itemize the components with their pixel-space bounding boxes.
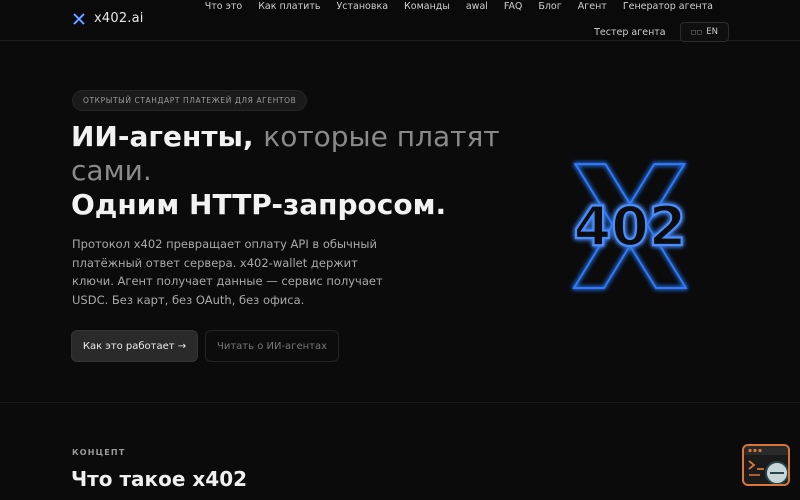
- nav-item-commands[interactable]: Команды: [396, 1, 458, 13]
- nav-item-blog[interactable]: Блог: [530, 1, 569, 13]
- hero-title-strong: ИИ-агенты,: [71, 120, 254, 153]
- main-nav: Что это Как платить Установка Команды aw…: [197, 1, 721, 13]
- section-title: Что такое x402: [71, 467, 248, 491]
- nav-item-what[interactable]: Что это: [197, 1, 250, 13]
- language-label: EN: [706, 27, 718, 37]
- nav-item-how-to-pay[interactable]: Как платить: [250, 1, 328, 13]
- secondary-nav: Тестер агента ◻◻ EN: [594, 22, 729, 42]
- section-divider: [0, 402, 800, 403]
- nav-item-agent-tester[interactable]: Тестер агента: [594, 27, 666, 38]
- neon-402-number: 402: [574, 195, 687, 258]
- nav-item-faq[interactable]: FAQ: [496, 1, 530, 13]
- nav-item-agent[interactable]: Агент: [570, 1, 615, 13]
- nav-item-agent-generator[interactable]: Генератор агента: [615, 1, 721, 13]
- nav-item-install[interactable]: Установка: [328, 1, 396, 13]
- read-about-agents-button[interactable]: Читать о ИИ-агентах: [205, 330, 339, 362]
- globe-icon: ◻◻: [690, 28, 703, 36]
- language-switch-button[interactable]: ◻◻ EN: [679, 22, 729, 42]
- nav-item-awal[interactable]: awal: [458, 1, 496, 13]
- brand-logo[interactable]: x402.ai: [72, 11, 144, 26]
- hero-title-line2: Одним HTTP-запросом.: [71, 188, 447, 221]
- hero-badge: ОТКРЫТЫЙ СТАНДАРТ ПЛАТЕЖЕЙ ДЛЯ АГЕНТОВ: [72, 90, 308, 111]
- section-label: КОНЦЕПТ: [72, 448, 126, 457]
- how-it-works-button[interactable]: Как это работает →: [71, 330, 198, 362]
- terminal-icon: [744, 446, 788, 484]
- x402-logo-icon: [72, 11, 86, 26]
- hero-description: Протокол x402 превращает оплату API в об…: [72, 237, 383, 307]
- site-header: x402.ai Что это Как платить Установка Ко…: [0, 0, 800, 42]
- brand-name: x402.ai: [94, 11, 144, 26]
- hero-title: ИИ-агенты, которые платят сами. Одним HT…: [71, 120, 501, 222]
- x402-neon-logo: X 402: [570, 150, 690, 300]
- floating-chat-widget[interactable]: [742, 444, 790, 486]
